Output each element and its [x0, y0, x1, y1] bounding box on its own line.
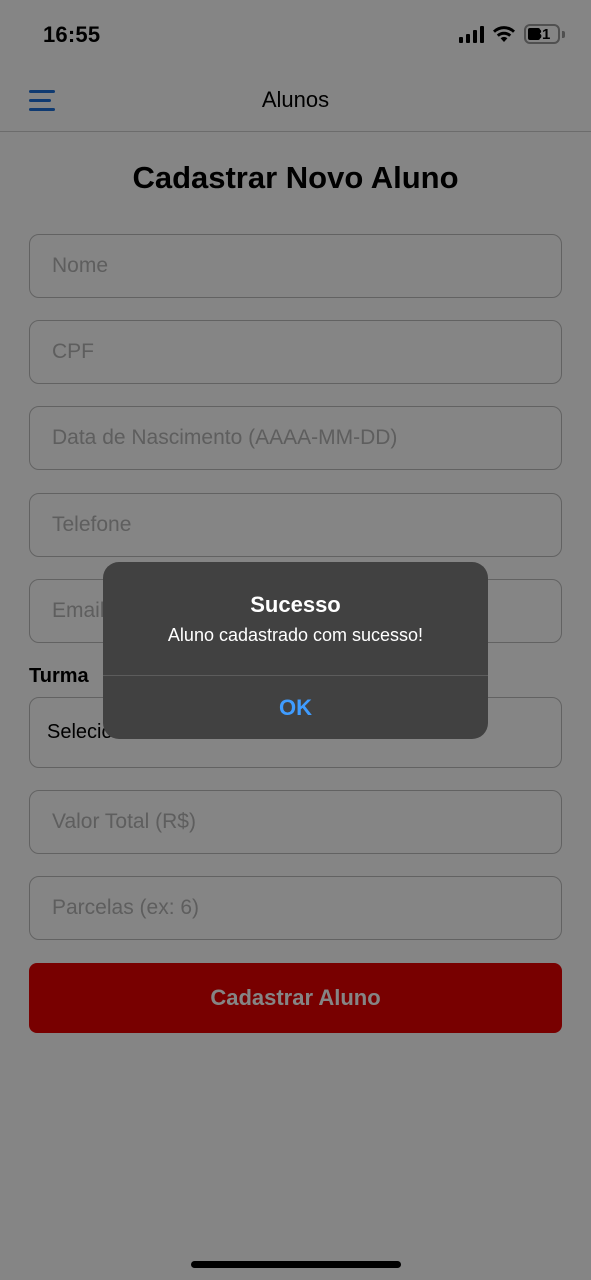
success-alert: Sucesso Aluno cadastrado com sucesso! OK	[103, 562, 488, 739]
home-indicator[interactable]	[191, 1261, 401, 1268]
alert-message: Aluno cadastrado com sucesso!	[167, 625, 424, 645]
app-screen: 16:55 31 Alunos Cadastrar Novo Aluno Tur…	[0, 0, 591, 1280]
alert-ok-button[interactable]: OK	[103, 676, 488, 739]
alert-title: Sucesso	[250, 592, 341, 617]
